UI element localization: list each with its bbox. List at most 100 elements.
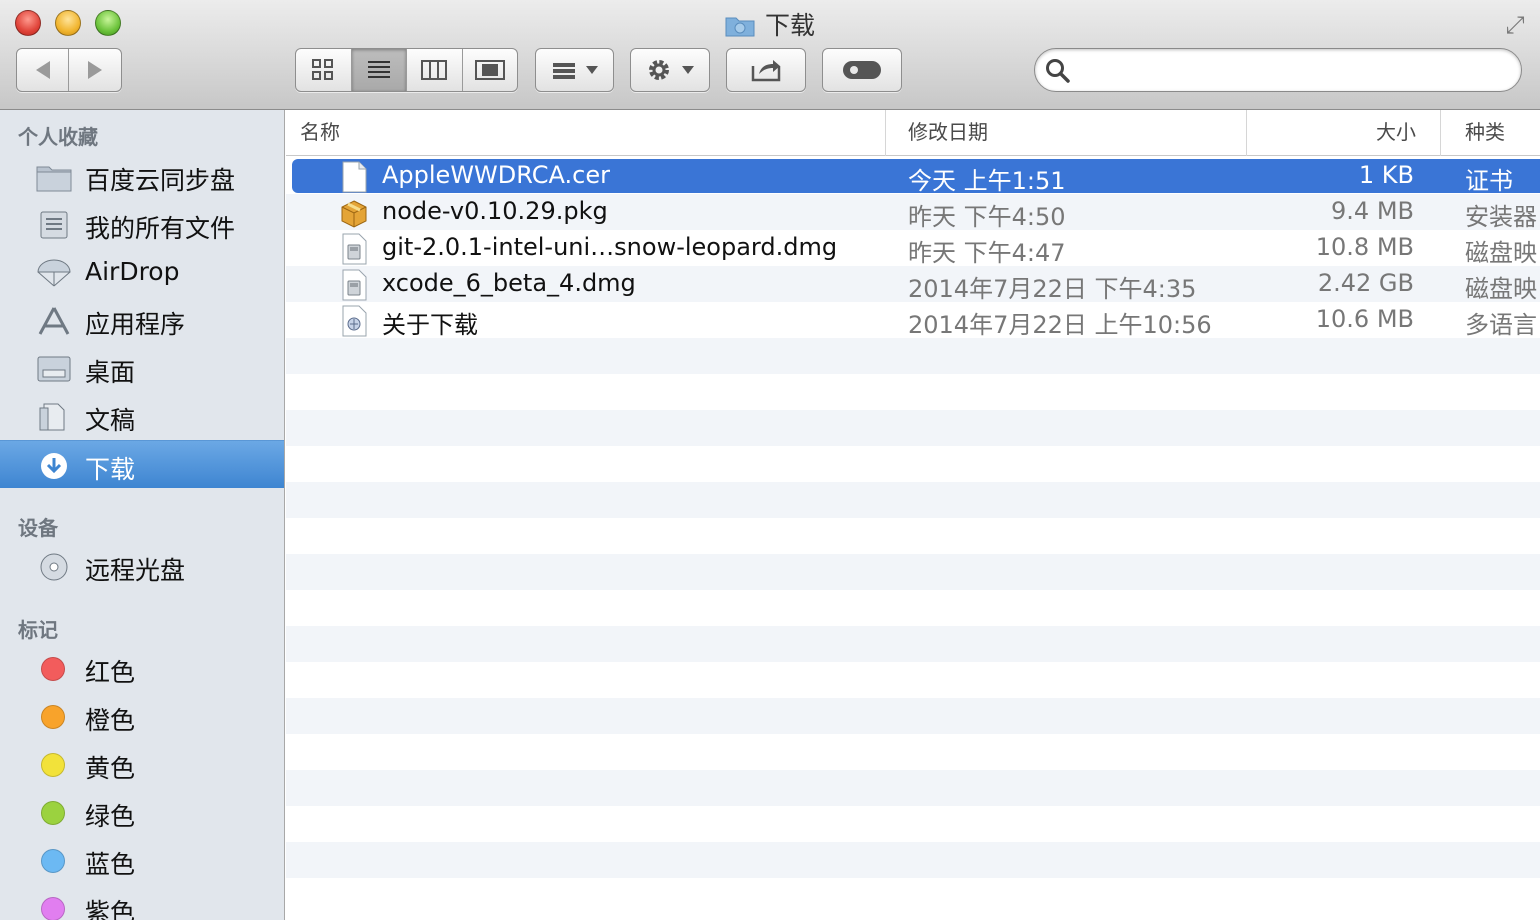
sidebar-item-airdrop[interactable]: AirDrop (0, 248, 284, 296)
yellow-tag-dot-icon (41, 753, 65, 777)
sidebar-item-label: 文稿 (85, 406, 136, 435)
sidebar-item-baidu-sync[interactable]: 百度云同步盘 (0, 152, 284, 200)
table-row[interactable]: AppleWWDRCA.cer 今天 上午1:51 1 KB 证书 (286, 158, 1540, 195)
file-size: 1 KB (1358, 161, 1414, 189)
sidebar-item-label: 下载 (85, 455, 136, 484)
row-stripe (286, 770, 1540, 806)
sidebar-item-label: 绿色 (85, 802, 136, 831)
icon-view-icon (312, 59, 334, 80)
airdrop-icon (37, 259, 71, 287)
back-arrow-icon (35, 61, 50, 79)
sidebar-header-tags: 标记 (18, 618, 58, 642)
icon-view-button[interactable] (296, 49, 352, 91)
file-name: AppleWWDRCA.cer (382, 161, 610, 189)
search-field[interactable] (1034, 48, 1522, 92)
action-menu-button[interactable] (630, 48, 710, 92)
localized-file-icon (342, 305, 367, 337)
column-kind-label: 种类 (1465, 120, 1505, 144)
sidebar-item-label: 橙色 (85, 706, 136, 735)
file-kind: 安装器 (1465, 203, 1537, 231)
sidebar-tag-yellow[interactable]: 黄色 (0, 740, 284, 788)
search-input[interactable] (1079, 55, 1509, 85)
sidebar-item-all-my-files[interactable]: 我的所有文件 (0, 200, 284, 248)
table-row[interactable]: 关于下载 2014年7月22日 上午10:56 10.6 MB 多语言 (286, 302, 1540, 339)
sidebar-item-label: 应用程序 (85, 310, 186, 339)
table-row[interactable]: git-2.0.1-intel-uni…snow-leopard.dmg 昨天 … (286, 230, 1540, 267)
file-name: git-2.0.1-intel-uni…snow-leopard.dmg (382, 233, 838, 261)
sidebar-tag-green[interactable]: 绿色 (0, 788, 284, 836)
sidebar-item-label: 远程光盘 (85, 556, 186, 585)
file-date: 昨天 下午4:47 (908, 239, 1066, 267)
sidebar-item-remote-disc[interactable]: 远程光盘 (0, 542, 284, 590)
search-icon (1046, 59, 1070, 83)
file-name: node-v0.10.29.pkg (382, 197, 608, 225)
file-kind: 证书 (1465, 167, 1513, 195)
sidebar-item-documents[interactable]: 文稿 (0, 392, 284, 440)
column-name-label: 名称 (300, 120, 340, 144)
coverflow-view-button[interactable] (463, 49, 518, 91)
file-list: 名称 修改日期 大小 种类 AppleWWDRCA.cer 今天 上午1:51 … (286, 110, 1540, 920)
disk-image-icon (342, 233, 367, 265)
column-view-button[interactable] (407, 49, 463, 91)
fullscreen-icon[interactable]: ⤢ (1500, 10, 1530, 40)
sidebar-item-applications[interactable]: 应用程序 (0, 296, 284, 344)
sidebar-tag-red[interactable]: 红色 (0, 644, 284, 692)
forward-arrow-icon (88, 61, 102, 79)
file-size: 10.8 MB (1315, 233, 1414, 261)
list-view-button[interactable] (351, 49, 407, 91)
applications-icon (38, 307, 70, 335)
green-tag-dot-icon (41, 801, 65, 825)
purple-tag-dot-icon (41, 897, 65, 920)
arrange-button[interactable] (535, 48, 614, 92)
file-date: 2014年7月22日 下午4:35 (908, 275, 1197, 303)
file-name: xcode_6_beta_4.dmg (382, 269, 636, 297)
column-header-kind[interactable]: 种类 (1441, 110, 1540, 156)
folder-icon (36, 166, 72, 192)
coverflow-view-icon (474, 60, 505, 80)
file-kind: 多语言 (1465, 311, 1537, 339)
share-button[interactable] (726, 48, 806, 92)
row-stripe (286, 806, 1540, 842)
sidebar-item-desktop[interactable]: 桌面 (0, 344, 284, 392)
sidebar-item-label: 黄色 (85, 754, 136, 783)
forward-button[interactable] (69, 49, 121, 91)
column-date-label: 修改日期 (908, 120, 988, 144)
list-view-icon (367, 61, 390, 78)
row-stripe (286, 482, 1540, 518)
row-stripe (286, 698, 1540, 734)
row-stripe (286, 446, 1540, 482)
table-row[interactable]: node-v0.10.29.pkg 昨天 下午4:50 9.4 MB 安装器 (286, 194, 1540, 231)
sidebar-tag-blue[interactable]: 蓝色 (0, 836, 284, 884)
file-size: 2.42 GB (1317, 269, 1414, 297)
file-date: 2014年7月22日 上午10:56 (908, 311, 1212, 339)
desktop-icon (37, 356, 71, 382)
column-header-name[interactable]: 名称 (286, 110, 886, 156)
blue-tag-dot-icon (41, 849, 65, 873)
orange-tag-dot-icon (41, 705, 65, 729)
downloads-folder-icon (725, 17, 755, 37)
package-icon (341, 200, 367, 228)
file-kind: 磁盘映 (1465, 239, 1537, 267)
chevron-down-icon (585, 66, 598, 74)
back-forward-control (16, 48, 122, 92)
row-stripe (286, 734, 1540, 770)
window-title-text: 下载 (764, 11, 815, 40)
column-header: 名称 修改日期 大小 种类 (286, 110, 1540, 156)
column-header-size[interactable]: 大小 (1247, 110, 1441, 156)
row-stripe (286, 518, 1540, 554)
gear-icon (649, 60, 669, 80)
edit-tags-button[interactable] (822, 48, 902, 92)
sidebar-item-label: 桌面 (85, 358, 136, 387)
sidebar-item-downloads[interactable]: 下载 (0, 440, 284, 488)
row-stripe (286, 590, 1540, 626)
table-row[interactable]: xcode_6_beta_4.dmg 2014年7月22日 下午4:35 2.4… (286, 266, 1540, 303)
row-stripe (286, 410, 1540, 446)
sidebar-tag-orange[interactable]: 橙色 (0, 692, 284, 740)
column-header-date[interactable]: 修改日期 (886, 110, 1247, 156)
back-button[interactable] (17, 49, 70, 91)
row-stripe (286, 338, 1540, 374)
sidebar-item-label: AirDrop (85, 257, 180, 286)
sidebar-item-label: 我的所有文件 (85, 214, 236, 243)
sidebar-tag-purple[interactable]: 紫色 (0, 884, 284, 920)
arrange-icon (552, 63, 575, 79)
